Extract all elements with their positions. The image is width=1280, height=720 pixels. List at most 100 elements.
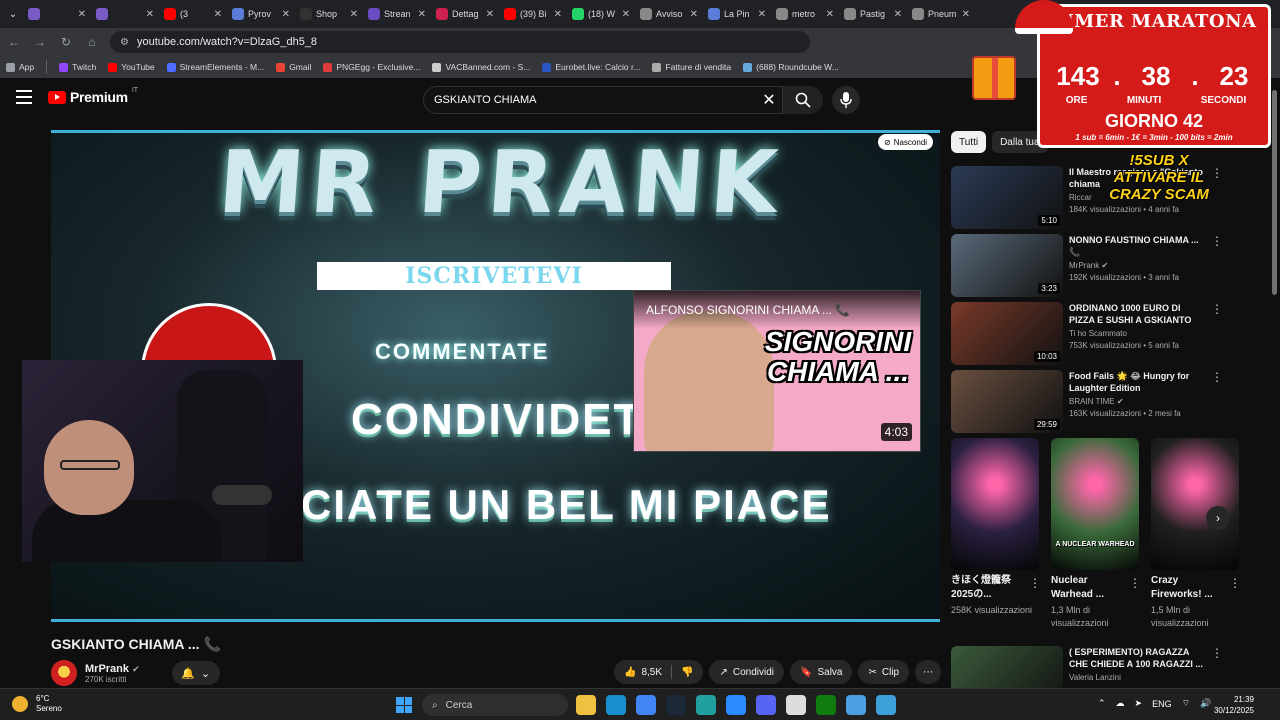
clip-button[interactable]: ✂ Clip [858,660,910,684]
menu-icon[interactable] [16,90,32,104]
more-options-icon[interactable]: ⋮ [1029,576,1041,602]
wifi-icon[interactable]: ⌔ [1182,698,1190,709]
search-input[interactable] [434,94,756,106]
bookmark-item[interactable]: Twitch [59,62,96,72]
browser-tab[interactable]: (39) Bi ✕ [500,3,566,25]
close-tab-icon[interactable]: ✕ [146,9,154,20]
short-title[interactable]: Crazy Fireworks! ... [1151,574,1225,602]
volume-icon[interactable]: 🔊 [1200,698,1211,709]
bookmark-item[interactable]: (688) Roundcube W... [743,62,839,72]
video-thumbnail[interactable]: 3:23 [951,234,1063,297]
taskbar-app-icon[interactable] [726,695,746,715]
bookmark-item[interactable]: VACBanned.com - S... [432,62,530,72]
browser-tab[interactable]: metro ✕ [772,3,838,25]
short-item[interactable]: A NUCLEAR WARHEAD Nuclear Warhead ... ⋮ 1,3… [1051,438,1141,630]
voice-search-button[interactable] [832,86,860,114]
bookmark-item[interactable]: PNGEgg - Exclusive... [323,62,420,72]
bookmark-item[interactable]: Eurobet.live: Calcio r... [542,62,640,72]
system-clock[interactable]: 21:39 30/12/2025 [1212,694,1254,716]
more-options-icon[interactable]: ⋮ [1229,576,1241,602]
short-item[interactable]: きほく燈籠祭2025の... ⋮ 258K visualizzazioni [951,438,1041,630]
send-icon[interactable]: ➤ [1135,698,1143,709]
weather-widget[interactable]: 6°C Sereno [12,694,62,714]
clear-search-icon[interactable]: ✕ [756,90,782,110]
close-tab-icon[interactable]: ✕ [962,9,970,20]
recommended-video[interactable]: 29:59 Food Fails 🌟 😂 Hungry for Laughter … [951,370,1223,433]
short-thumbnail[interactable]: A NUCLEAR WARHEAD [1051,438,1139,570]
short-item[interactable]: Crazy Fireworks! ... ⋮ 1,5 Mln di visualiz… [1151,438,1241,630]
close-tab-icon[interactable]: ✕ [282,9,290,20]
taskbar-app-icon[interactable] [846,695,866,715]
close-tab-icon[interactable]: ✕ [418,9,426,20]
browser-tab[interactable]: Avviso ✕ [636,3,702,25]
taskbar-search[interactable]: ⌕ Cerca [422,694,568,716]
short-thumbnail[interactable] [1151,438,1239,570]
browser-tab[interactable]: ✕ [24,3,90,25]
taskbar-app-icon[interactable] [876,695,896,715]
video-thumbnail[interactable]: 10:03 [951,302,1063,365]
shorts-next-button[interactable]: › [1206,506,1230,530]
page-scrollbar[interactable] [1272,90,1277,295]
browser-tab[interactable]: (18) W ✕ [568,3,634,25]
browser-tab[interactable]: Pastig ✕ [840,3,906,25]
browser-tab[interactable]: Dettag ✕ [432,3,498,25]
recommended-video[interactable]: 10:03 ORDINANO 1000 EURO DI PIZZA E SUSHI… [951,302,1223,365]
video-thumbnail[interactable]: 5:10 [951,166,1063,229]
taskbar-app-icon[interactable] [636,695,656,715]
mini-player[interactable]: ALFONSO SIGNORINI CHIAMA ... 📞 SIGNORINI… [633,290,921,452]
chip-all[interactable]: Tutti [951,131,987,153]
recommended-video[interactable]: 3:23 NONNO FAUSTINO CHIAMA ... 📞 MrPrank ✔… [951,234,1223,297]
youtube-premium-logo[interactable]: Premium IT [48,87,138,105]
hide-button[interactable]: ⊘ Nascondi [878,134,934,150]
like-button[interactable]: 👍 8,5K 👎 [614,660,704,684]
close-tab-icon[interactable]: ✕ [894,9,902,20]
more-actions-button[interactable]: ⋯ [915,660,942,684]
close-tab-icon[interactable]: ✕ [622,9,630,20]
browser-tab[interactable]: Shop ✕ [296,3,362,25]
language-indicator[interactable]: ENG [1152,699,1172,709]
short-title[interactable]: きほく燈籠祭2025の... [951,574,1025,602]
taskbar-app-icon[interactable] [816,695,836,715]
bookmark-item[interactable]: YouTube [108,62,155,72]
bookmark-item[interactable]: StreamElements - M... [166,62,264,72]
taskbar-app-icon[interactable] [696,695,716,715]
recommended-title[interactable]: ORDINANO 1000 EURO DI PIZZA E SUSHI A GS… [1069,302,1205,326]
short-thumbnail[interactable] [951,438,1039,570]
close-tab-icon[interactable]: ✕ [214,9,222,20]
close-tab-icon[interactable]: ✕ [690,9,698,20]
recommended-channel[interactable]: Ti ho Scammato [1069,328,1205,340]
site-info-icon[interactable]: ⚙ [120,37,129,48]
windows-start-icon[interactable] [396,697,412,713]
browser-tab[interactable]: La Pin ✕ [704,3,770,25]
recommended-channel[interactable]: MrPrank ✔ [1069,260,1205,272]
more-options-icon[interactable]: ⋮ [1211,234,1223,297]
close-tab-icon[interactable]: ✕ [350,9,358,20]
short-title[interactable]: Nuclear Warhead ... [1051,574,1125,602]
chevron-up-icon[interactable]: ⌃ [1098,698,1106,709]
recommended-title[interactable]: Food Fails 🌟 😂 Hungry for Laughter Editi… [1069,370,1205,394]
home-icon[interactable]: ⌂ [84,35,100,49]
save-button[interactable]: 🔖 Salva [790,660,853,684]
channel-name[interactable]: MrPrank ✔ [85,663,140,675]
browser-tab[interactable]: Strean ✕ [364,3,430,25]
search-button[interactable] [783,86,823,114]
thumbs-down-icon[interactable]: 👎 [681,667,693,678]
bookmark-item[interactable]: Fatture di vendita [652,62,731,72]
recommended-title[interactable]: NONNO FAUSTINO CHIAMA ... 📞 [1069,234,1205,258]
more-options-icon[interactable]: ⋮ [1129,576,1141,602]
browser-tab[interactable]: Pneum ✕ [908,3,974,25]
browser-tab[interactable]: Pyrov ✕ [228,3,294,25]
url-field[interactable]: ⚙ youtube.com/watch?v=DlzaG_dh5_8 [110,31,810,53]
forward-icon[interactable]: → [32,35,48,49]
close-tab-icon[interactable]: ✕ [758,9,766,20]
channel-avatar[interactable] [51,660,77,686]
taskbar-app-icon[interactable] [786,695,806,715]
reload-icon[interactable]: ↻ [58,35,74,49]
notification-bell-button[interactable]: 🔔 ⌄ [171,661,220,685]
taskbar-app-icon[interactable] [666,695,686,715]
tab-search-icon[interactable]: ⌄ [4,9,22,20]
share-button[interactable]: ↗ Condividi [709,660,785,684]
taskbar-app-icon[interactable] [606,695,626,715]
recommended-channel[interactable]: BRAIN TIME ✔ [1069,396,1205,408]
recommended-title[interactable]: ( ESPERIMENTO) RAGAZZA CHE CHIEDE A 100 … [1069,646,1205,670]
